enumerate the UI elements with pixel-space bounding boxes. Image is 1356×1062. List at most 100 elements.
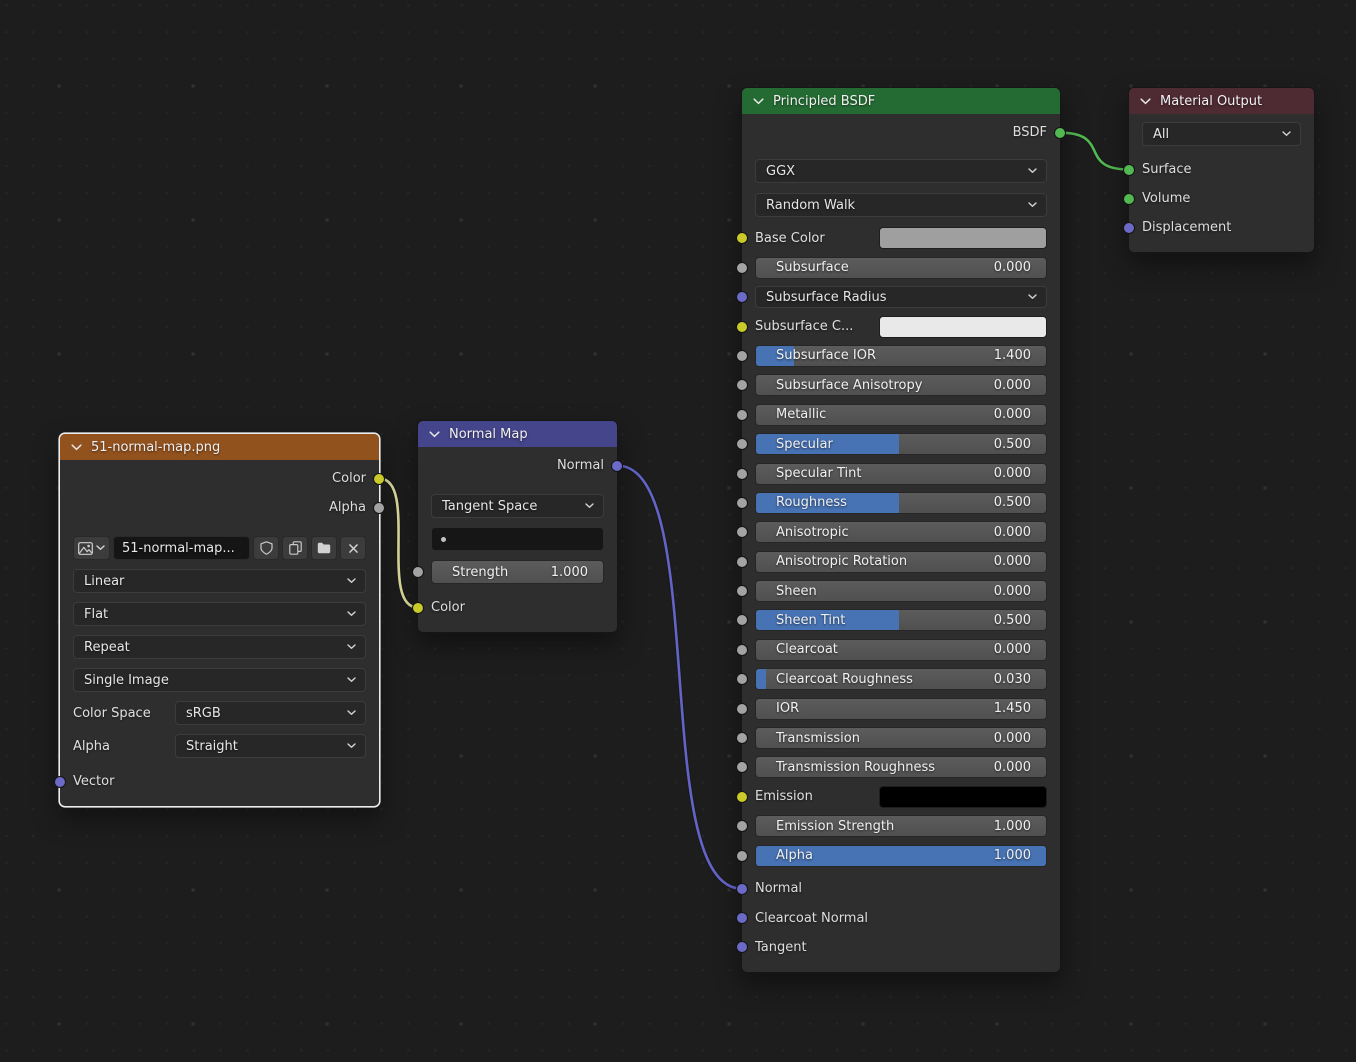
slider-subsurface[interactable]: Subsurface0.000 (755, 257, 1047, 279)
socket-ior[interactable] (736, 703, 748, 715)
dropdown-repeat[interactable]: Repeat (73, 635, 366, 659)
slider-transmission-roughness[interactable]: Transmission Roughness0.000 (755, 756, 1047, 778)
slider-anisotropic-rotation[interactable]: Anisotropic Rotation0.000 (755, 551, 1047, 573)
socket-subsurface-radius[interactable] (736, 291, 748, 303)
socket-emission[interactable] (736, 791, 748, 803)
socket-specular[interactable] (736, 438, 748, 450)
slider-anisotropic[interactable]: Anisotropic0.000 (755, 521, 1047, 543)
node-header[interactable]: Principled BSDF (742, 88, 1060, 114)
slider-label: Strength (432, 565, 551, 580)
collapse-chevron-icon (753, 98, 764, 105)
socket-subsurface-anisotropy[interactable] (736, 379, 748, 391)
slider-label: Anisotropic Rotation (756, 554, 994, 569)
fake-user-button[interactable] (253, 536, 279, 560)
socket-transmission[interactable] (736, 732, 748, 744)
socket-anisotropic[interactable] (736, 526, 748, 538)
dropdown-all[interactable]: All (1142, 122, 1301, 146)
socket-color[interactable] (373, 473, 385, 485)
slider-specular[interactable]: Specular0.500 (755, 433, 1047, 455)
wire (1060, 133, 1129, 170)
socket-normal[interactable] (736, 883, 748, 895)
slider-ior[interactable]: IOR1.450 (755, 698, 1047, 720)
dropdown-srgb[interactable]: sRGB (175, 701, 366, 725)
socket-volume[interactable] (1123, 193, 1135, 205)
color-swatch-base-color[interactable] (879, 227, 1047, 249)
node-header[interactable]: 51-normal-map.png (60, 434, 379, 460)
dropdown-flat[interactable]: Flat (73, 602, 366, 626)
slider-emission-strength[interactable]: Emission Strength1.000 (755, 815, 1047, 837)
chevron-down-icon (347, 578, 356, 584)
slider-label: Transmission Roughness (756, 760, 994, 775)
socket-subsurface-c[interactable] (736, 321, 748, 333)
socket-tangent[interactable] (736, 941, 748, 953)
slider-clearcoat[interactable]: Clearcoat0.000 (755, 639, 1047, 661)
socket-emission-strength[interactable] (736, 820, 748, 832)
dropdown-value: GGX (766, 164, 1028, 179)
node-header[interactable]: Material Output (1129, 88, 1314, 114)
socket-sheen[interactable] (736, 585, 748, 597)
socket-label: Color (332, 471, 366, 486)
socket-anisotropic-rotation[interactable] (736, 556, 748, 568)
image-browse-button[interactable] (73, 536, 110, 560)
socket-subsurface[interactable] (736, 262, 748, 274)
unlink-button[interactable] (340, 536, 366, 560)
dropdown-single-image[interactable]: Single Image (73, 668, 366, 692)
dropdown-subsurface-radius[interactable]: Subsurface Radius (755, 286, 1047, 308)
slider-specular-tint[interactable]: Specular Tint0.000 (755, 463, 1047, 485)
x-icon (348, 543, 359, 554)
slider-value: 0.000 (994, 260, 1046, 275)
node-body: ColorAlpha51-normal-map...LinearFlatRepe… (60, 460, 379, 806)
dropdown-tangent-space[interactable]: Tangent Space (431, 494, 604, 518)
socket-roughness[interactable] (736, 497, 748, 509)
slider-subsurface-ior[interactable]: Subsurface IOR1.400 (755, 345, 1047, 367)
uv-map-field[interactable] (431, 527, 604, 551)
chevron-down-icon (585, 503, 594, 509)
socket-color[interactable] (412, 602, 424, 614)
socket-surface[interactable] (1123, 164, 1135, 176)
socket-metallic[interactable] (736, 409, 748, 421)
folder-icon (317, 542, 331, 554)
collapse-chevron-icon (1140, 98, 1151, 105)
dropdown-linear[interactable]: Linear (73, 569, 366, 593)
dropdown-ggx[interactable]: GGX (755, 159, 1047, 183)
slider-sheen-tint[interactable]: Sheen Tint0.500 (755, 609, 1047, 631)
color-swatch-emission[interactable] (879, 786, 1047, 808)
dropdown-straight[interactable]: Straight (175, 734, 366, 758)
slider-alpha[interactable]: Alpha1.000 (755, 845, 1047, 867)
slider-label: Subsurface IOR (756, 348, 994, 363)
slider-strength[interactable]: Strength1.000 (431, 560, 604, 584)
collapse-chevron-icon (71, 444, 82, 451)
socket-sheen-tint[interactable] (736, 614, 748, 626)
copy-button[interactable] (282, 536, 308, 560)
socket-vector[interactable] (54, 776, 66, 788)
socket-base-color[interactable] (736, 232, 748, 244)
node-header[interactable]: Normal Map (418, 421, 617, 447)
socket-subsurface-ior[interactable] (736, 350, 748, 362)
dropdown-random-walk[interactable]: Random Walk (755, 193, 1047, 217)
socket-clearcoat-roughness[interactable] (736, 673, 748, 685)
image-name-field[interactable]: 51-normal-map... (113, 536, 250, 560)
node-editor-canvas[interactable]: { "editor": { "background": "#1d1d1d", "… (0, 0, 1356, 1062)
slider-clearcoat-roughness[interactable]: Clearcoat Roughness0.030 (755, 668, 1047, 690)
socket-normal[interactable] (611, 460, 623, 472)
socket-alpha[interactable] (736, 850, 748, 862)
socket-label: Clearcoat Normal (755, 911, 868, 926)
socket-alpha[interactable] (373, 502, 385, 514)
slider-roughness[interactable]: Roughness0.500 (755, 492, 1047, 514)
slider-subsurface-anisotropy[interactable]: Subsurface Anisotropy0.000 (755, 374, 1047, 396)
socket-clearcoat[interactable] (736, 644, 748, 656)
socket-displacement[interactable] (1123, 222, 1135, 234)
slider-metallic[interactable]: Metallic0.000 (755, 404, 1047, 426)
socket-specular-tint[interactable] (736, 468, 748, 480)
socket-strength[interactable] (412, 566, 424, 578)
socket-bsdf[interactable] (1054, 127, 1066, 139)
slider-transmission[interactable]: Transmission0.000 (755, 727, 1047, 749)
slider-sheen[interactable]: Sheen0.000 (755, 580, 1047, 602)
open-file-button[interactable] (311, 536, 337, 560)
dropdown-value: Linear (84, 574, 347, 589)
socket-clearcoat-normal[interactable] (736, 912, 748, 924)
socket-transmission-roughness[interactable] (736, 761, 748, 773)
chevron-down-icon (347, 677, 356, 683)
color-swatch-subsurface-c[interactable] (879, 316, 1047, 338)
slider-label: Sheen (756, 584, 994, 599)
